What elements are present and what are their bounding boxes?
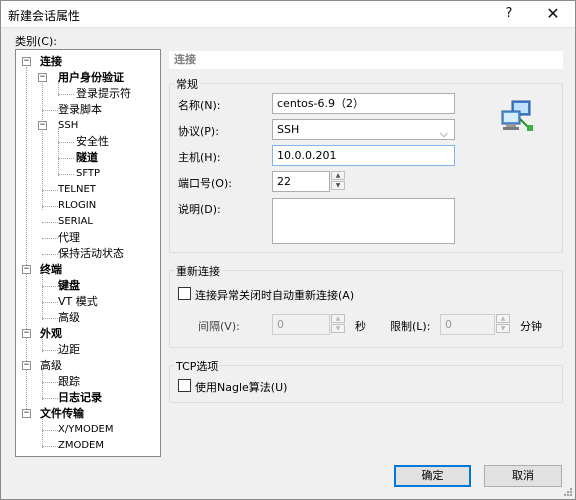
spin-up-icon[interactable]: ▲	[331, 171, 345, 180]
interval-label: 间隔(V):	[198, 320, 240, 333]
port-label: 端口号(O):	[178, 177, 232, 190]
title-bar: 新建会话属性 ? ✕	[1, 1, 575, 28]
collapse-icon[interactable]: −	[22, 329, 31, 338]
spin-up-icon[interactable]: ▲	[496, 314, 510, 323]
tree-item-keepalive[interactable]: 保持活动状态	[58, 247, 124, 261]
tree-item-login-prompt[interactable]: 登录提示符	[76, 87, 131, 101]
description-label: 说明(D):	[178, 203, 221, 216]
close-button[interactable]: ✕	[533, 1, 573, 28]
tree-item-serial[interactable]: SERIAL	[58, 215, 93, 229]
tree-item-rlogin[interactable]: RLOGIN	[58, 199, 96, 213]
interval-spinner[interactable]: ▲ ▼	[331, 314, 345, 335]
tree-item-advanced2[interactable]: 高级	[40, 359, 62, 373]
tree-item-advanced[interactable]: 高级	[58, 311, 80, 325]
auto-reconnect-label[interactable]: 连接异常关闭时自动重新连接(A)	[195, 287, 354, 303]
tree-item-user-auth[interactable]: 用户身份验证	[58, 71, 124, 85]
tree-item-file-transfer[interactable]: 文件传输	[40, 407, 84, 421]
minutes-label: 分钟	[520, 320, 542, 333]
spin-down-icon[interactable]: ▼	[496, 324, 510, 333]
tree-item-tunnel[interactable]: 隧道	[76, 151, 98, 165]
tree-item-trace[interactable]: 跟踪	[58, 375, 80, 389]
limit-spinner[interactable]: ▲ ▼	[496, 314, 510, 335]
spin-up-icon[interactable]: ▲	[331, 314, 345, 323]
tree-item-vt-mode[interactable]: VT 模式	[58, 295, 98, 309]
nagle-label[interactable]: 使用Nagle算法(U)	[195, 379, 287, 395]
tree-item-zmodem[interactable]: ZMODEM	[58, 439, 104, 453]
ok-button[interactable]: 确定	[394, 465, 471, 487]
port-field[interactable]: 22	[272, 171, 330, 192]
tree-item-security[interactable]: 安全性	[76, 135, 109, 149]
reconnect-group	[169, 270, 563, 348]
collapse-icon[interactable]: −	[22, 265, 31, 274]
limit-label: 限制(L):	[390, 320, 431, 333]
tree-item-appearance[interactable]: 外观	[40, 327, 62, 341]
spin-down-icon[interactable]: ▼	[331, 324, 345, 333]
name-label: 名称(N):	[178, 99, 221, 112]
tree-item-connection[interactable]: 连接	[40, 55, 62, 69]
help-button[interactable]: ?	[489, 1, 529, 28]
port-spinner[interactable]: ▲ ▼	[331, 171, 345, 192]
resize-grip-icon[interactable]	[562, 486, 572, 496]
collapse-icon[interactable]: −	[38, 73, 47, 82]
host-label: 主机(H):	[178, 151, 221, 164]
auto-reconnect-checkbox[interactable]	[178, 287, 191, 300]
tree-item-terminal[interactable]: 终端	[40, 263, 62, 277]
interval-field[interactable]: 0	[272, 314, 330, 335]
chevron-down-icon: ⌵	[439, 127, 448, 140]
tcp-options-group-title: TCP选项	[174, 358, 221, 374]
tree-item-ssh[interactable]: SSH	[58, 119, 78, 133]
collapse-icon[interactable]: −	[22, 409, 31, 418]
protocol-select[interactable]: SSH ⌵	[272, 119, 455, 140]
limit-field[interactable]: 0	[440, 314, 495, 335]
reconnect-group-title: 重新连接	[174, 263, 222, 279]
collapse-icon[interactable]: −	[38, 121, 47, 130]
category-tree[interactable]: − 连接 − 用户身份验证 登录提示符 登录脚本 − SSH 安全性 隧道 SF…	[15, 49, 161, 457]
name-field[interactable]: centos-6.9（2）	[272, 93, 455, 114]
tree-item-telnet[interactable]: TELNET	[58, 183, 96, 197]
collapse-icon[interactable]: −	[22, 361, 31, 370]
protocol-label: 协议(P):	[178, 125, 219, 138]
general-group-title: 常规	[174, 76, 200, 92]
tree-item-margin[interactable]: 边距	[58, 343, 80, 357]
tree-item-sftp[interactable]: SFTP	[76, 167, 100, 181]
tree-item-proxy[interactable]: 代理	[58, 231, 80, 245]
tree-item-keyboard[interactable]: 键盘	[58, 279, 80, 293]
collapse-icon[interactable]: −	[22, 57, 31, 66]
protocol-value: SSH	[277, 123, 300, 136]
session-properties-dialog: 新建会话属性 ? ✕ 类别(C): − 连接 − 用户身份验证 登录提示符 登录…	[0, 0, 576, 500]
panel-title: 连接	[169, 51, 563, 69]
window-title: 新建会话属性	[8, 9, 81, 23]
nagle-checkbox[interactable]	[178, 379, 191, 392]
seconds-label: 秒	[355, 320, 366, 333]
computer-network-icon	[501, 100, 533, 131]
cancel-button[interactable]: 取消	[484, 465, 562, 487]
host-field[interactable]: 10.0.0.201	[272, 145, 455, 166]
tree-item-login-script[interactable]: 登录脚本	[58, 103, 102, 117]
tree-item-logging[interactable]: 日志记录	[58, 391, 102, 405]
category-label: 类别(C):	[15, 35, 57, 48]
spin-down-icon[interactable]: ▼	[331, 181, 345, 190]
description-field[interactable]	[272, 198, 455, 244]
tree-item-xymodem[interactable]: X/YMODEM	[58, 423, 113, 437]
